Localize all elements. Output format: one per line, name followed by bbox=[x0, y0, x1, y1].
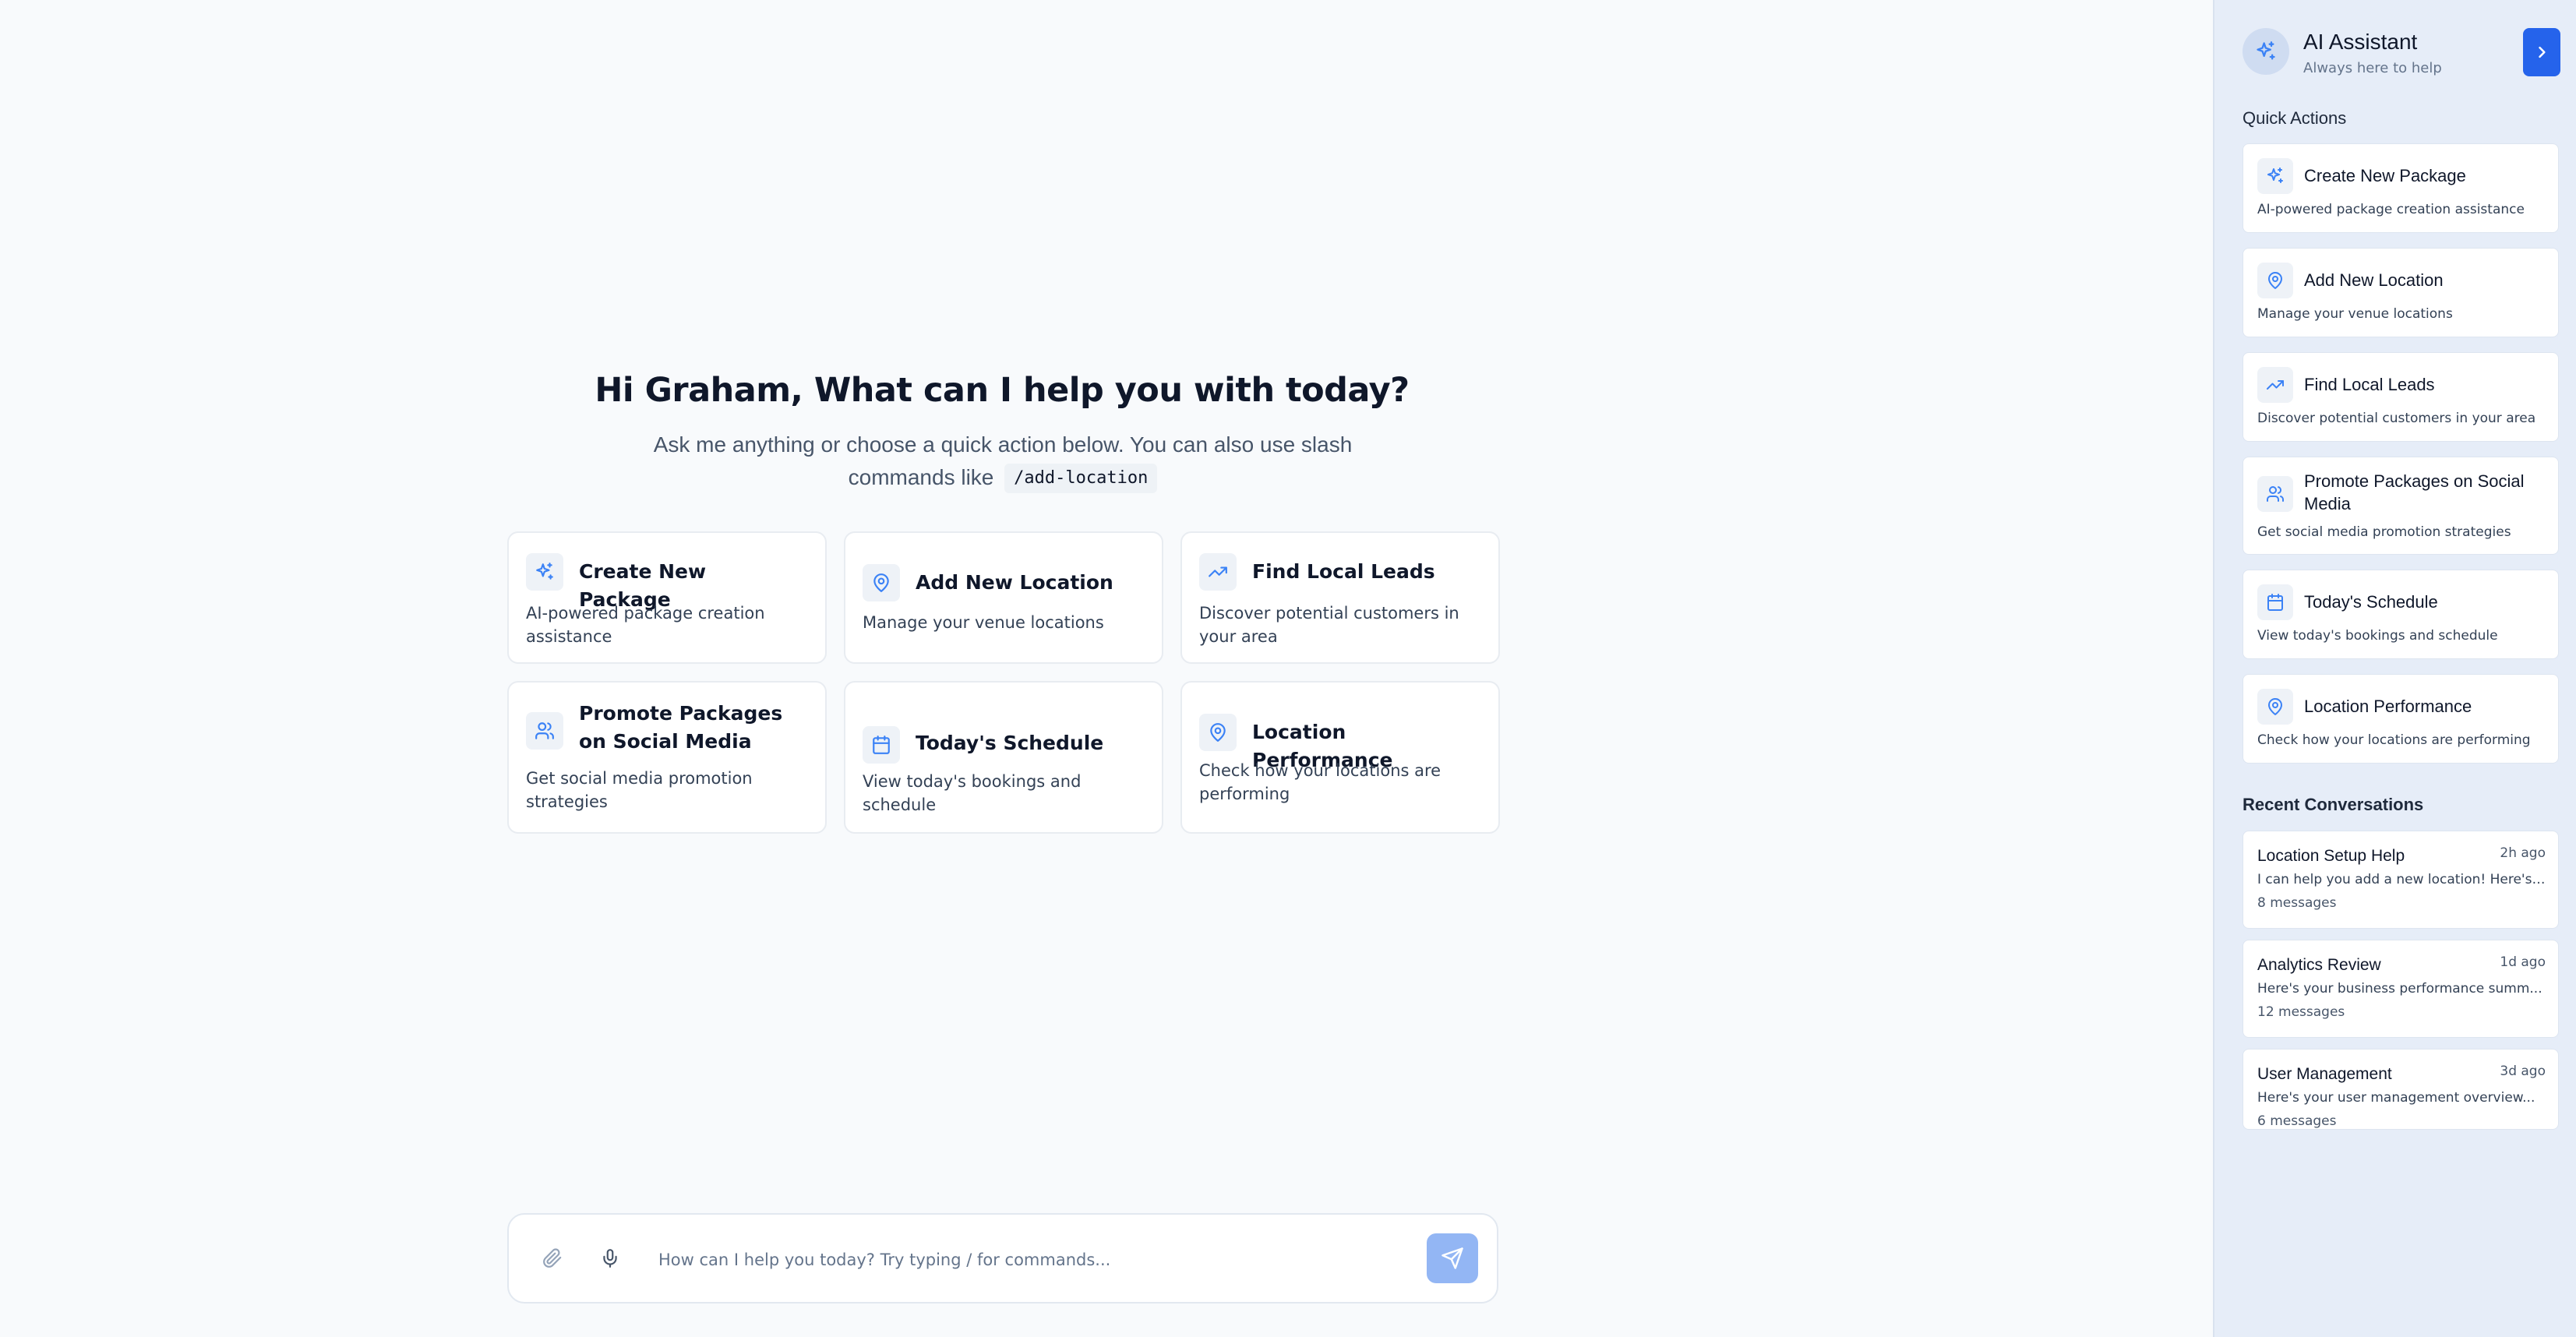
card-description: Manage your venue locations bbox=[863, 613, 1104, 632]
map-pin-icon bbox=[863, 564, 900, 601]
sparkles-icon bbox=[2257, 158, 2293, 194]
sidebar-action-create-package[interactable]: Create New Package AI-powered package cr… bbox=[2243, 143, 2559, 233]
quick-action-card-location-performance[interactable]: Location Performance Check how your loca… bbox=[1180, 681, 1500, 834]
microphone-icon[interactable] bbox=[595, 1243, 626, 1274]
trending-up-icon bbox=[1199, 553, 1237, 591]
sparkles-icon bbox=[526, 553, 563, 591]
users-icon bbox=[2257, 476, 2293, 512]
card-description: Check how your locations are performing bbox=[1199, 761, 1442, 803]
assistant-sidebar: AI Assistant Always here to help Quick A… bbox=[2213, 0, 2576, 1337]
quick-action-card-todays-schedule[interactable]: Today's Schedule View today's bookings a… bbox=[844, 681, 1163, 834]
chat-message-input[interactable] bbox=[657, 1243, 1143, 1277]
conversation-item[interactable]: Analytics Review 1d ago Here's your busi… bbox=[2243, 940, 2559, 1038]
map-pin-icon bbox=[2257, 689, 2293, 725]
chevron-right-icon bbox=[2534, 44, 2550, 60]
action-description: Check how your locations are performing bbox=[2257, 732, 2531, 748]
conversation-time: 2h ago bbox=[2500, 845, 2546, 861]
action-description: AI-powered package creation assistance bbox=[2257, 202, 2525, 217]
recent-conversations-heading: Recent Conversations bbox=[2243, 795, 2424, 814]
action-title: Add New Location bbox=[2304, 270, 2444, 290]
sidebar-action-add-location[interactable]: Add New Location Manage your venue locat… bbox=[2243, 248, 2559, 337]
conversation-message-count: 6 messages bbox=[2257, 1113, 2337, 1129]
sidebar-action-find-leads[interactable]: Find Local Leads Discover potential cust… bbox=[2243, 352, 2559, 442]
greeting-heading: Hi Graham, What can I help you with toda… bbox=[595, 371, 1410, 410]
quick-action-card-promote-social[interactable]: Promote Packages on Social Media Get soc… bbox=[507, 681, 827, 834]
action-description: Manage your venue locations bbox=[2257, 306, 2453, 322]
paperclip-icon[interactable] bbox=[537, 1243, 568, 1274]
quick-action-card-create-package[interactable]: Create New Package AI-powered package cr… bbox=[507, 531, 827, 664]
sidebar-subtitle: Always here to help bbox=[2303, 60, 2442, 76]
conversation-title: User Management bbox=[2257, 1065, 2392, 1083]
quick-actions-heading: Quick Actions bbox=[2243, 108, 2347, 128]
main-panel: Hi Graham, What can I help you with toda… bbox=[0, 0, 2213, 1337]
quick-action-card-add-location[interactable]: Add New Location Manage your venue locat… bbox=[844, 531, 1163, 664]
slash-command-example: /add-location bbox=[1004, 464, 1158, 493]
card-description: Discover potential customers in your are… bbox=[1199, 604, 1459, 646]
users-icon bbox=[526, 712, 563, 750]
conversation-preview: Here's your user management overview... bbox=[2257, 1090, 2535, 1106]
card-title: Add New Location bbox=[916, 571, 1113, 594]
action-title: Create New Package bbox=[2304, 166, 2466, 185]
chat-input-bar bbox=[507, 1213, 1498, 1303]
conversation-time: 1d ago bbox=[2500, 954, 2546, 970]
action-title: Location Performance bbox=[2304, 697, 2472, 716]
calendar-icon bbox=[2257, 584, 2293, 620]
conversation-preview: I can help you add a new location! Here'… bbox=[2257, 872, 2547, 887]
conversation-title: Location Setup Help bbox=[2257, 847, 2405, 865]
map-pin-icon bbox=[1199, 714, 1237, 751]
action-description: View today's bookings and schedule bbox=[2257, 628, 2498, 644]
assistant-avatar bbox=[2243, 28, 2289, 75]
sparkles-icon bbox=[2255, 41, 2277, 62]
action-title: Find Local Leads bbox=[2304, 375, 2435, 394]
conversation-item[interactable]: Location Setup Help 2h ago I can help yo… bbox=[2243, 831, 2559, 929]
action-description: Get social media promotion strategies bbox=[2257, 524, 2511, 540]
card-description: Get social media promotion strategies bbox=[526, 769, 753, 811]
conversation-preview: Here's your business performance summ... bbox=[2257, 981, 2542, 997]
sidebar-title: AI Assistant bbox=[2303, 30, 2418, 54]
card-description: View today's bookings and schedule bbox=[863, 772, 1082, 814]
conversation-time: 3d ago bbox=[2500, 1064, 2546, 1079]
sidebar-action-promote-social[interactable]: Promote Packages on Social Media Get soc… bbox=[2243, 457, 2559, 555]
subtitle-text: Ask me anything or choose a quick action… bbox=[653, 432, 1353, 489]
card-title: Find Local Leads bbox=[1252, 560, 1435, 583]
sidebar-action-todays-schedule[interactable]: Today's Schedule View today's bookings a… bbox=[2243, 570, 2559, 659]
card-title: Today's Schedule bbox=[916, 732, 1104, 754]
quick-action-card-find-leads[interactable]: Find Local Leads Discover potential cust… bbox=[1180, 531, 1500, 664]
sidebar-action-location-performance[interactable]: Location Performance Check how your loca… bbox=[2243, 674, 2559, 764]
conversation-message-count: 12 messages bbox=[2257, 1004, 2345, 1020]
intro-subtitle: Ask me anything or choose a quick action… bbox=[600, 429, 1406, 494]
action-description: Discover potential customers in your are… bbox=[2257, 411, 2536, 426]
send-button[interactable] bbox=[1427, 1233, 1478, 1283]
send-icon bbox=[1441, 1247, 1464, 1270]
action-title: Promote Packages on Social Media bbox=[2304, 471, 2525, 513]
calendar-icon bbox=[863, 726, 900, 764]
card-description: AI-powered package creation assistance bbox=[526, 604, 765, 646]
trending-up-icon bbox=[2257, 367, 2293, 403]
conversation-message-count: 8 messages bbox=[2257, 895, 2337, 911]
conversation-title: Analytics Review bbox=[2257, 956, 2381, 974]
map-pin-icon bbox=[2257, 263, 2293, 298]
conversation-item[interactable]: User Management 3d ago Here's your user … bbox=[2243, 1049, 2559, 1130]
collapse-sidebar-button[interactable] bbox=[2523, 28, 2560, 76]
action-title: Today's Schedule bbox=[2304, 592, 2438, 612]
card-title: Promote Packages on Social Media bbox=[579, 702, 783, 753]
